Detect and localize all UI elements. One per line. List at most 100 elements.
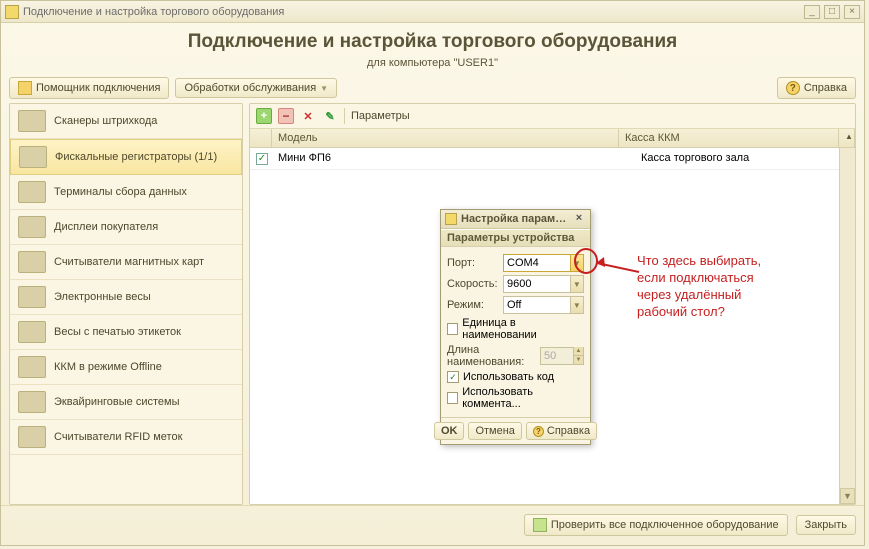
dialog-close-button[interactable]: × — [572, 212, 586, 226]
scroll-down-icon[interactable]: ▼ — [840, 488, 855, 504]
fiscal-register-icon — [19, 146, 47, 168]
column-kassa[interactable]: Касса ККМ — [619, 129, 839, 147]
service-processing-dropdown[interactable]: Обработки обслуживания ▼ — [175, 78, 337, 98]
app-icon — [5, 5, 19, 19]
sidebar-item-label-scales[interactable]: Весы с печатью этикеток — [10, 315, 242, 350]
device-toolbar: + − ✕ ✎ Параметры — [250, 104, 855, 129]
help-icon: ? — [533, 426, 544, 437]
header: Подключение и настройка торгового оборуд… — [1, 23, 864, 73]
check-icon — [533, 518, 547, 532]
display-icon — [18, 216, 46, 238]
column-checkbox[interactable] — [250, 129, 272, 147]
chevron-down-icon: ▼ — [320, 84, 328, 93]
cell-kassa: Касса торгового зала — [635, 150, 855, 166]
main-window: Подключение и настройка торгового оборуд… — [0, 0, 865, 546]
close-window-button[interactable]: × — [844, 5, 860, 19]
mode-label: Режим: — [447, 299, 499, 311]
help-icon: ? — [786, 81, 800, 95]
dialog-help-button[interactable]: ? Справка — [526, 422, 597, 440]
speed-select[interactable]: ▼ — [503, 275, 584, 293]
page-title: Подключение и настройка торгового оборуд… — [1, 31, 864, 53]
dialog-section-header: Параметры устройства — [441, 229, 590, 247]
sidebar-item-label: Считыватели магнитных карт — [54, 256, 204, 268]
port-input[interactable] — [504, 257, 570, 269]
dialog-cancel-button[interactable]: Отмена — [468, 422, 521, 440]
column-model[interactable]: Модель — [272, 129, 619, 147]
use-comment-label: Использовать коммента... — [462, 386, 584, 410]
sidebar-item-label: Терминалы сбора данных — [54, 186, 187, 198]
table-header: Модель Касса ККМ ▲ — [250, 129, 855, 148]
table-row[interactable]: ✓ Мини ФП6 Касса торгового зала — [250, 148, 855, 170]
label-scales-icon — [18, 321, 46, 343]
scroll-up-icon[interactable]: ▲ — [839, 129, 855, 147]
name-length-input — [541, 350, 573, 362]
sidebar-item-customer-displays[interactable]: Дисплеи покупателя — [10, 210, 242, 245]
mode-input[interactable] — [504, 299, 570, 311]
sidebar-item-barcode-scanners[interactable]: Сканеры штрихкода — [10, 104, 242, 139]
dialog-titlebar: Настройка парамет... × — [441, 210, 590, 229]
device-category-sidebar: Сканеры штрихкода Фискальные регистратор… — [9, 103, 243, 505]
delete-button[interactable]: ✕ — [300, 108, 316, 124]
name-length-label: Длина наименования: — [447, 344, 536, 368]
use-comment-checkbox[interactable] — [447, 392, 458, 404]
sidebar-item-label: Электронные весы — [54, 291, 151, 303]
dialog-ok-button[interactable]: OK — [434, 422, 465, 440]
dialog-icon — [445, 213, 457, 225]
unit-in-name-checkbox[interactable] — [447, 323, 458, 335]
remove-device-button[interactable]: − — [278, 108, 294, 124]
mode-dropdown-icon[interactable]: ▼ — [570, 297, 583, 313]
minimize-button[interactable]: _ — [804, 5, 820, 19]
help-button[interactable]: ? Справка — [777, 77, 856, 99]
sidebar-item-label: Фискальные регистраторы (1/1) — [55, 151, 217, 163]
sidebar-item-kkm-offline[interactable]: ККМ в режиме Offline — [10, 350, 242, 385]
speed-input[interactable] — [504, 278, 570, 290]
sidebar-item-label: Весы с печатью этикеток — [54, 326, 181, 338]
port-label: Порт: — [447, 257, 499, 269]
titlebar: Подключение и настройка торгового оборуд… — [1, 1, 864, 23]
sidebar-item-label: Эквайринговые системы — [54, 396, 180, 408]
acquiring-icon — [18, 391, 46, 413]
sidebar-item-scales[interactable]: Электронные весы — [10, 280, 242, 315]
sidebar-item-rfid[interactable]: Считыватели RFID меток — [10, 420, 242, 455]
footer: Проверить все подключенное оборудование … — [1, 505, 864, 544]
add-device-button[interactable]: + — [256, 108, 272, 124]
main-toolbar: Помощник подключения Обработки обслужива… — [1, 73, 864, 103]
cell-model: Мини ФП6 — [272, 150, 635, 166]
use-code-label: Использовать код — [463, 371, 554, 383]
sidebar-item-label: Считыватели RFID меток — [54, 431, 182, 443]
dialog-title: Настройка парамет... — [461, 213, 572, 225]
close-button[interactable]: Закрыть — [796, 515, 856, 535]
parameters-label[interactable]: Параметры — [351, 110, 410, 122]
sidebar-item-card-readers[interactable]: Считыватели магнитных карт — [10, 245, 242, 280]
sidebar-item-label: ККМ в режиме Offline — [54, 361, 162, 373]
kkm-icon — [18, 356, 46, 378]
sidebar-item-label: Сканеры штрихкода — [54, 115, 157, 127]
terminal-icon — [18, 181, 46, 203]
sidebar-item-data-terminals[interactable]: Терминалы сбора данных — [10, 175, 242, 210]
unit-in-name-label: Единица в наименовании — [462, 317, 584, 341]
speed-dropdown-icon[interactable]: ▼ — [570, 276, 583, 292]
port-select[interactable]: ▼ — [503, 254, 584, 272]
edit-button[interactable]: ✎ — [322, 108, 338, 124]
sidebar-item-label: Дисплеи покупателя — [54, 221, 158, 233]
barcode-scanner-icon — [18, 110, 46, 132]
name-length-field: ▲▼ — [540, 347, 584, 365]
maximize-button[interactable]: □ — [824, 5, 840, 19]
scales-icon — [18, 286, 46, 308]
card-reader-icon — [18, 251, 46, 273]
window-title: Подключение и настройка торгового оборуд… — [23, 6, 804, 18]
vertical-scrollbar[interactable]: ▼ — [839, 148, 855, 504]
wand-icon — [18, 81, 32, 95]
page-subtitle: для компьютера "USER1" — [1, 57, 864, 69]
name-length-stepper: ▲▼ — [573, 347, 583, 365]
row-checkbox[interactable]: ✓ — [256, 153, 268, 165]
settings-dialog: Настройка парамет... × Параметры устройс… — [440, 209, 591, 445]
use-code-checkbox[interactable]: ✓ — [447, 371, 459, 383]
connection-wizard-button[interactable]: Помощник подключения — [9, 77, 169, 99]
sidebar-item-acquiring[interactable]: Эквайринговые системы — [10, 385, 242, 420]
port-dropdown-icon[interactable]: ▼ — [570, 255, 583, 271]
mode-select[interactable]: ▼ — [503, 296, 584, 314]
sidebar-item-fiscal-registers[interactable]: Фискальные регистраторы (1/1) — [10, 139, 242, 175]
rfid-icon — [18, 426, 46, 448]
check-all-equipment-button[interactable]: Проверить все подключенное оборудование — [524, 514, 788, 536]
